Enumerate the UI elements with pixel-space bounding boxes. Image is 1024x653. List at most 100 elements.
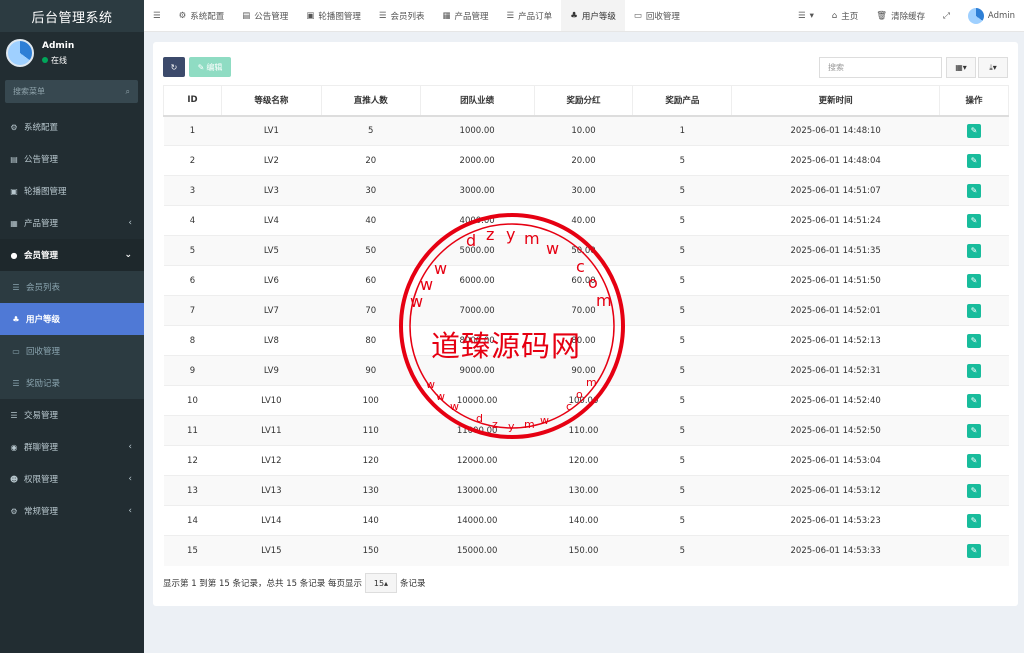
image-icon: ▣ xyxy=(10,186,18,196)
edit-button[interactable]: ✎ 编辑 xyxy=(189,57,231,77)
sidebar-item-products[interactable]: ▦ 产品管理 ‹ xyxy=(0,207,144,239)
table-cell: 5 xyxy=(632,175,732,206)
clear-cache-button[interactable]: 🗑 清除缓存 xyxy=(867,0,934,31)
column-header[interactable]: 更新时间 xyxy=(731,85,941,117)
table-row[interactable]: 12 LV12 120 12000.00 120.00 5 2025-06-01 14:53… xyxy=(163,445,1009,476)
sitemap-icon: ♣ xyxy=(12,314,20,324)
tab-user-level[interactable]: ♣ 用户等级 xyxy=(561,0,625,31)
sidebar-item-member-list[interactable]: ☰ 会员列表 xyxy=(0,271,144,303)
sidebar-item-label: 常规管理 xyxy=(24,507,59,517)
column-header[interactable]: 团队业绩 xyxy=(419,85,535,117)
sidebar-item-trades[interactable]: ☰ 交易管理 xyxy=(0,399,144,431)
search-placeholder: 搜索 xyxy=(828,63,844,72)
tabs-dropdown-button[interactable]: ☰ ▾ xyxy=(789,0,823,31)
table-cell: 2000.00 xyxy=(420,145,535,176)
table-cell: 90 xyxy=(321,355,421,386)
row-edit-button[interactable]: ✎ xyxy=(967,243,982,258)
page-size-select[interactable]: 15 ▴ xyxy=(364,573,397,593)
search-icon[interactable]: ⌕ xyxy=(126,87,130,97)
tab-system-config[interactable]: ⚙ 系统配置 xyxy=(170,0,234,31)
row-edit-button[interactable]: ✎ xyxy=(967,273,982,288)
sidebar-item-announcements[interactable]: ▤ 公告管理 xyxy=(0,143,144,175)
table-row[interactable]: 14 LV14 140 14000.00 140.00 5 2025-06-01 14:53… xyxy=(163,505,1009,536)
table-row[interactable]: 11 LV11 110 11000.00 110.00 5 2025-06-01 14:52… xyxy=(163,415,1009,446)
column-header[interactable]: 奖励分红 xyxy=(533,85,634,117)
tab-label: 回收管理 xyxy=(645,11,680,22)
table-row[interactable]: 9 LV9 90 9000.00 90.00 5 2025-06-01 14:52:31 ✎ xyxy=(163,355,1009,386)
sidebar-item-label: 会员列表 xyxy=(26,283,61,293)
sidebar-item-permissions[interactable]: ☻ 权限管理 ‹ xyxy=(0,463,144,495)
table-row[interactable]: 2 LV2 20 2000.00 20.00 5 2025-06-01 14:48:04 ✎ xyxy=(163,145,1009,176)
table-cell: 2025-06-01 14:52:13 xyxy=(731,325,940,356)
sitemap-icon: ♣ xyxy=(570,10,578,21)
sidebar-item-user-level[interactable]: ♣ 用户等级 xyxy=(0,303,144,335)
home-link[interactable]: ⌂ 主页 xyxy=(823,0,867,31)
tab-products[interactable]: ▦ 产品管理 xyxy=(434,0,498,31)
sidebar-item-label: 系统配置 xyxy=(24,123,59,133)
row-edit-button[interactable]: ✎ xyxy=(967,393,982,408)
row-edit-button[interactable]: ✎ xyxy=(967,153,982,168)
table-cell: 14000.00 xyxy=(420,505,535,536)
row-edit-button[interactable]: ✎ xyxy=(967,333,982,348)
table-row[interactable]: 7 LV7 70 7000.00 70.00 5 2025-06-01 14:52:01 ✎ xyxy=(163,295,1009,326)
row-edit-button[interactable]: ✎ xyxy=(967,183,982,198)
column-header[interactable]: ID xyxy=(163,85,222,117)
refresh-button[interactable]: ↻ xyxy=(163,57,185,77)
grid-icon: ▦ xyxy=(10,218,18,228)
pencil-icon: ✎ xyxy=(197,62,205,72)
row-edit-button[interactable]: ✎ xyxy=(967,363,982,378)
sidebar-item-general[interactable]: ⚙ 常规管理 ‹ xyxy=(0,495,144,527)
sidebar-item-carousel[interactable]: ▣ 轮播图管理 xyxy=(0,175,144,207)
columns-toggle-button[interactable]: ▦▾ xyxy=(946,57,976,78)
gear-icon: ⚙ xyxy=(178,10,187,21)
table-row[interactable]: 13 LV13 130 13000.00 130.00 5 2025-06-01 14:53… xyxy=(163,475,1009,506)
row-edit-button[interactable]: ✎ xyxy=(967,543,982,558)
table-row[interactable]: 1 LV1 5 1000.00 10.00 1 2025-06-01 14:48:10 ✎ xyxy=(163,115,1009,146)
row-edit-button[interactable]: ✎ xyxy=(967,453,982,468)
table-cell: 8 xyxy=(163,325,222,356)
sidebar-item-group-chat[interactable]: ◉ 群聊管理 ‹ xyxy=(0,431,144,463)
table-cell: 130.00 xyxy=(534,475,633,506)
table-cell: 120 xyxy=(321,445,421,476)
sidebar-item-reward-records[interactable]: ☰ 奖励记录 xyxy=(0,367,144,399)
sidebar-item-members[interactable]: ● 会员管理 ⌄ xyxy=(0,239,144,271)
table-row[interactable]: 3 LV3 30 3000.00 30.00 5 2025-06-01 14:51:07 ✎ xyxy=(163,175,1009,206)
table-cell: 2025-06-01 14:52:50 xyxy=(731,415,940,446)
table-cell: LV2 xyxy=(221,145,322,176)
table-cell: 12000.00 xyxy=(420,445,535,476)
search-input[interactable]: 搜索 xyxy=(819,57,942,78)
tab-carousel[interactable]: ▣ 轮播图管理 xyxy=(297,0,370,31)
table-cell: 13000.00 xyxy=(420,475,535,506)
sidebar-item-recycle[interactable]: ▭ 回收管理 xyxy=(0,335,144,367)
sidebar-toggle-button[interactable]: ☰ xyxy=(144,0,170,31)
sidebar-search-input[interactable]: 搜索菜单 ⌕ xyxy=(5,80,138,103)
table-row[interactable]: 10 LV10 100 10000.00 100.00 5 2025-06-01 14:52… xyxy=(163,385,1009,416)
row-edit-button[interactable]: ✎ xyxy=(967,213,982,228)
app-title: 后台管理系统 xyxy=(0,0,144,32)
column-header[interactable]: 等级名称 xyxy=(220,85,322,117)
table-row[interactable]: 6 LV6 60 6000.00 60.00 5 2025-06-01 14:51:50 ✎ xyxy=(163,265,1009,296)
column-header[interactable]: 直推人数 xyxy=(320,85,421,117)
table-row[interactable]: 15 LV15 150 15000.00 150.00 5 2025-06-01 14:53… xyxy=(163,535,1009,566)
table-row[interactable]: 5 LV5 50 5000.00 50.00 5 2025-06-01 14:51:35 ✎ xyxy=(163,235,1009,266)
table-row[interactable]: 4 LV4 40 4000.00 40.00 5 2025-06-01 14:51:24 ✎ xyxy=(163,205,1009,236)
column-header[interactable]: 奖励产品 xyxy=(632,85,733,117)
row-edit-button[interactable]: ✎ xyxy=(967,513,982,528)
row-edit-button[interactable]: ✎ xyxy=(967,123,982,138)
table-cell: 3000.00 xyxy=(420,175,535,206)
tab-announcements[interactable]: ▤ 公告管理 xyxy=(233,0,297,31)
chevron-left-icon: ‹ xyxy=(128,442,132,452)
export-button[interactable]: ⤓▾ xyxy=(978,57,1008,78)
table-row[interactable]: 8 LV8 80 8000.00 80.00 5 2025-06-01 14:52:13 ✎ xyxy=(163,325,1009,356)
fullscreen-button[interactable]: ⤢ xyxy=(934,0,959,31)
tab-recycle[interactable]: ▭ 回收管理 xyxy=(625,0,689,31)
sidebar-item-label: 奖励记录 xyxy=(26,379,61,389)
admin-menu[interactable]: Admin xyxy=(959,0,1024,31)
tab-product-orders[interactable]: ☰ 产品订单 xyxy=(498,0,562,31)
row-edit-button[interactable]: ✎ xyxy=(967,423,982,438)
row-edit-button[interactable]: ✎ xyxy=(967,483,982,498)
row-edit-button[interactable]: ✎ xyxy=(967,303,982,318)
tab-member-list[interactable]: ☰ 会员列表 xyxy=(370,0,434,31)
sidebar-item-system-config[interactable]: ⚙ 系统配置 xyxy=(0,111,144,143)
edit-label: 编辑 xyxy=(206,62,223,72)
